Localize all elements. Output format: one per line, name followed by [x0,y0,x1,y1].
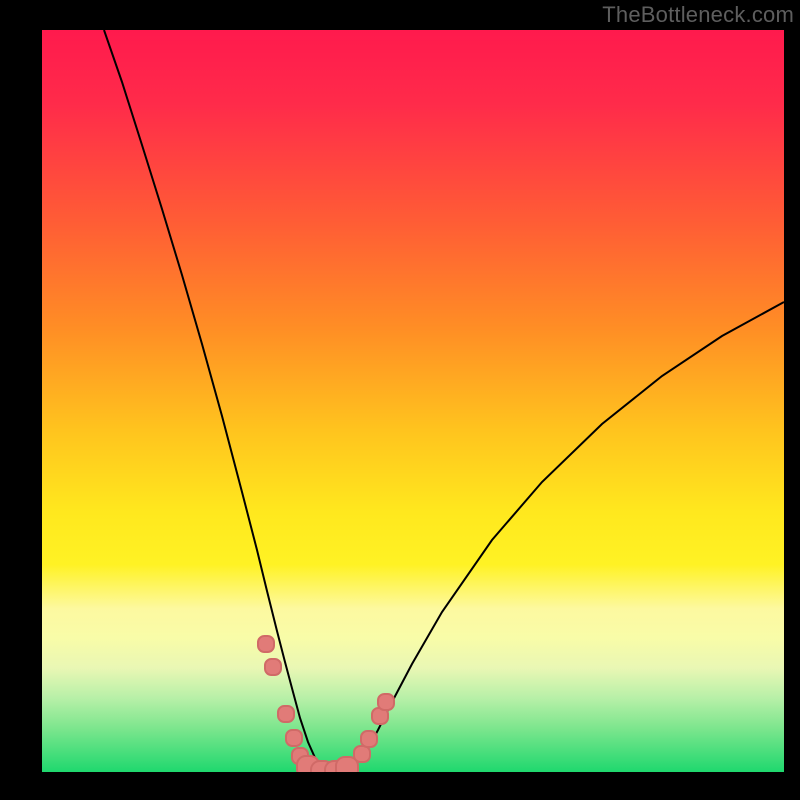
plot-area [42,30,784,772]
marker-point [265,659,281,675]
marker-point [354,746,370,762]
curve-right [332,302,784,772]
marker-point [258,636,274,652]
watermark-text: TheBottleneck.com [602,2,794,28]
curve-left [104,30,332,772]
markers-group [258,636,394,772]
marker-point [278,706,294,722]
marker-point [378,694,394,710]
chart-frame: TheBottleneck.com [0,0,800,800]
marker-point [361,731,377,747]
marker-point [286,730,302,746]
chart-svg [42,30,784,772]
